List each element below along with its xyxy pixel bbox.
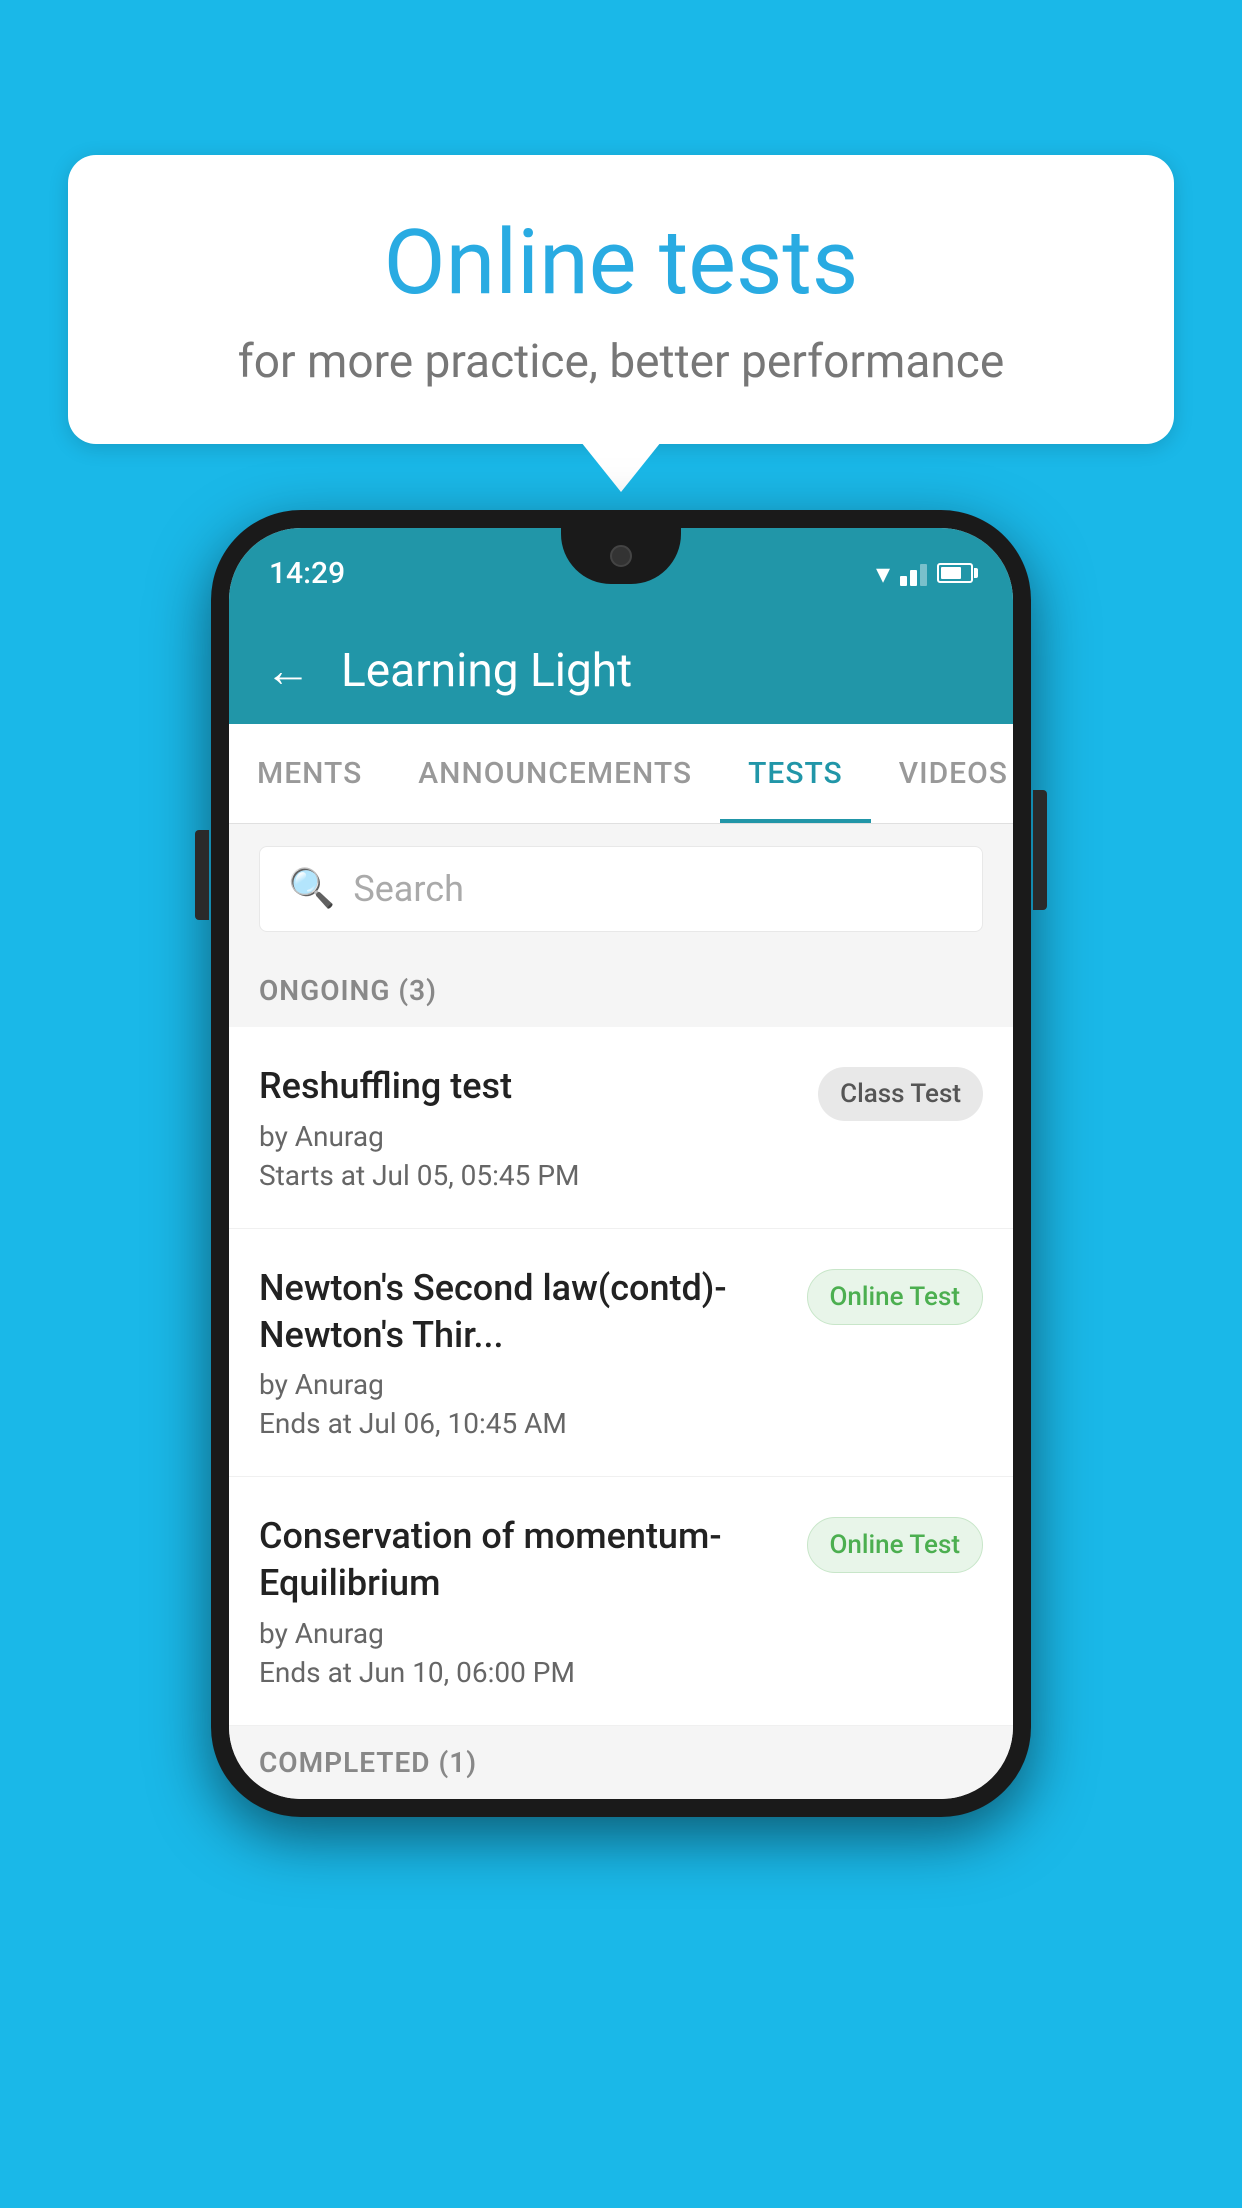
test-name-3: Conservation of momentum-Equilibrium bbox=[259, 1513, 787, 1607]
test-time-3: Ends at Jun 10, 06:00 PM bbox=[259, 1656, 787, 1689]
test-by-1: by Anurag bbox=[259, 1120, 798, 1153]
test-name-1: Reshuffling test bbox=[259, 1063, 798, 1110]
tab-videos[interactable]: VIDEOS bbox=[871, 724, 1013, 823]
completed-section-header: COMPLETED (1) bbox=[229, 1726, 1013, 1799]
status-time: 14:29 bbox=[269, 556, 345, 591]
test-name-2: Newton's Second law(contd)-Newton's Thir… bbox=[259, 1265, 787, 1359]
battery-icon bbox=[937, 563, 973, 583]
back-button[interactable]: ← bbox=[265, 648, 311, 694]
bubble-subtitle: for more practice, better performance bbox=[128, 335, 1114, 389]
test-by-3: by Anurag bbox=[259, 1617, 787, 1650]
tab-ments[interactable]: MENTS bbox=[229, 724, 390, 823]
test-time-1: Starts at Jul 05, 05:45 PM bbox=[259, 1159, 798, 1192]
status-bar: 14:29 ▾ bbox=[229, 528, 1013, 618]
tab-announcements[interactable]: ANNOUNCEMENTS bbox=[390, 724, 720, 823]
battery-fill bbox=[941, 567, 961, 579]
search-placeholder: Search bbox=[353, 868, 464, 910]
search-bar[interactable]: 🔍 Search bbox=[259, 846, 983, 932]
tabs-bar: MENTS ANNOUNCEMENTS TESTS VIDEOS bbox=[229, 724, 1013, 824]
bubble-title: Online tests bbox=[128, 210, 1114, 315]
wifi-icon: ▾ bbox=[876, 557, 890, 590]
test-info-3: Conservation of momentum-Equilibrium by … bbox=[259, 1513, 807, 1689]
status-icons: ▾ bbox=[876, 557, 973, 590]
test-badge-2: Online Test bbox=[807, 1269, 984, 1325]
test-by-2: by Anurag bbox=[259, 1368, 787, 1401]
test-item-3[interactable]: Conservation of momentum-Equilibrium by … bbox=[229, 1477, 1013, 1726]
ongoing-label: ONGOING (3) bbox=[259, 974, 983, 1007]
test-badge-3: Online Test bbox=[807, 1517, 984, 1573]
test-info-1: Reshuffling test by Anurag Starts at Jul… bbox=[259, 1063, 818, 1192]
app-header: ← Learning Light bbox=[229, 618, 1013, 724]
tab-tests[interactable]: TESTS bbox=[720, 724, 871, 823]
completed-label: COMPLETED (1) bbox=[259, 1746, 983, 1779]
speech-bubble: Online tests for more practice, better p… bbox=[68, 155, 1174, 444]
notch bbox=[561, 528, 681, 584]
test-info-2: Newton's Second law(contd)-Newton's Thir… bbox=[259, 1265, 807, 1441]
test-list: Reshuffling test by Anurag Starts at Jul… bbox=[229, 1027, 1013, 1726]
test-item-1[interactable]: Reshuffling test by Anurag Starts at Jul… bbox=[229, 1027, 1013, 1229]
signal-icon bbox=[900, 560, 927, 586]
camera-dot bbox=[610, 545, 632, 567]
phone-device: 14:29 ▾ ← Learning Light bbox=[211, 510, 1031, 1817]
search-icon: 🔍 bbox=[288, 867, 335, 911]
app-title: Learning Light bbox=[341, 644, 632, 698]
phone-screen: 14:29 ▾ ← Learning Light bbox=[229, 528, 1013, 1799]
test-time-2: Ends at Jul 06, 10:45 AM bbox=[259, 1407, 787, 1440]
phone-outer-frame: 14:29 ▾ ← Learning Light bbox=[211, 510, 1031, 1817]
test-badge-1: Class Test bbox=[818, 1067, 983, 1121]
test-item-2[interactable]: Newton's Second law(contd)-Newton's Thir… bbox=[229, 1229, 1013, 1478]
search-bar-wrapper: 🔍 Search bbox=[229, 824, 1013, 954]
ongoing-section-header: ONGOING (3) bbox=[229, 954, 1013, 1027]
